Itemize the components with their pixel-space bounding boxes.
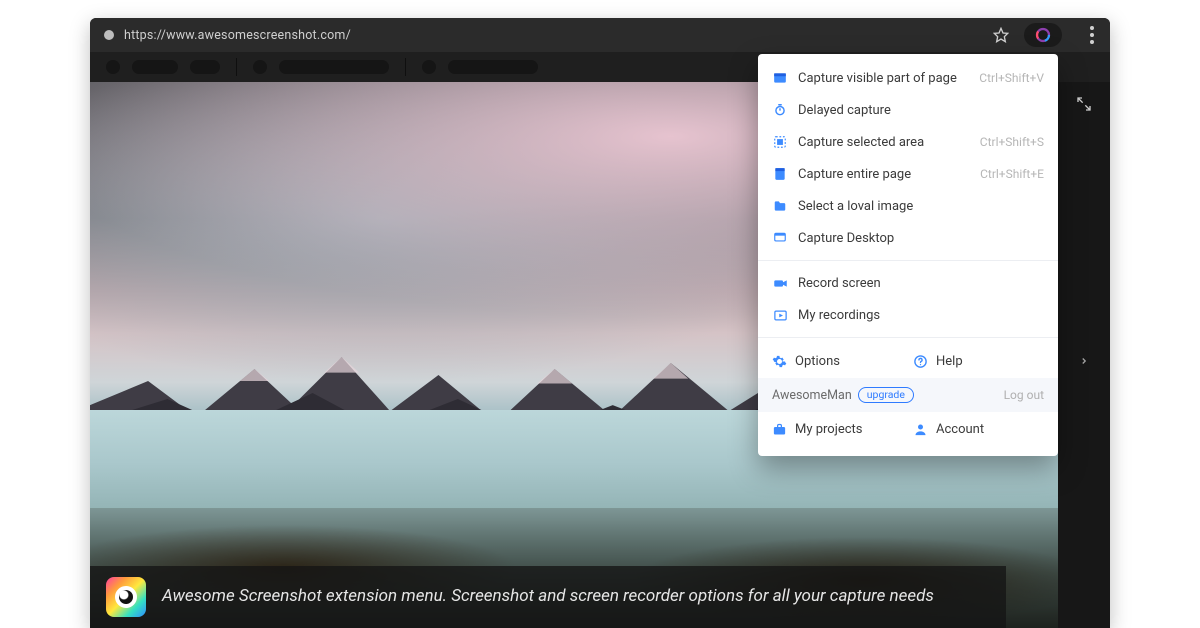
browser-menu-icon[interactable] xyxy=(1090,26,1096,44)
menu-help[interactable]: Help xyxy=(913,354,1044,369)
menu-label: Account xyxy=(936,422,984,437)
desktop-icon xyxy=(772,230,788,246)
menu-label: Capture visible part of page xyxy=(798,71,969,86)
menu-select-local-image[interactable]: Select a loval image xyxy=(758,190,1058,222)
recordings-icon xyxy=(772,307,788,323)
bookmark-item[interactable] xyxy=(448,60,538,74)
user-name: AwesomeMan xyxy=(772,388,852,403)
url-text[interactable]: https://www.awesomescreenshot.com/ xyxy=(124,28,992,43)
menu-label: Record screen xyxy=(798,276,1044,291)
menu-account[interactable]: Account xyxy=(913,422,1044,437)
bookmark-item[interactable] xyxy=(422,60,436,74)
menu-capture-selected[interactable]: Capture selected area Ctrl+Shift+S xyxy=(758,126,1058,158)
bookmark-item[interactable] xyxy=(190,60,220,74)
menu-label: Capture entire page xyxy=(798,167,970,182)
menu-capture-entire[interactable]: Capture entire page Ctrl+Shift+E xyxy=(758,158,1058,190)
app-logo-icon xyxy=(106,577,146,617)
menu-label: Capture Desktop xyxy=(798,231,1044,246)
logout-link[interactable]: Log out xyxy=(1004,388,1044,402)
url-bar: https://www.awesomescreenshot.com/ xyxy=(90,18,1110,52)
page-icon xyxy=(772,166,788,182)
upgrade-badge[interactable]: upgrade xyxy=(858,387,914,403)
folder-icon xyxy=(772,198,788,214)
extension-button[interactable] xyxy=(1024,23,1062,47)
camera-icon xyxy=(772,275,788,291)
menu-label: Help xyxy=(936,354,963,369)
menu-record-screen[interactable]: Record screen xyxy=(758,267,1058,299)
menu-my-recordings[interactable]: My recordings xyxy=(758,299,1058,331)
bookmark-star-icon[interactable] xyxy=(992,26,1010,44)
menu-label: Options xyxy=(795,354,840,369)
user-icon xyxy=(913,422,928,437)
site-info-icon[interactable] xyxy=(104,30,114,40)
menu-shortcut: Ctrl+Shift+S xyxy=(980,135,1044,149)
menu-label: Select a loval image xyxy=(798,199,1044,214)
menu-options[interactable]: Options xyxy=(772,354,903,369)
expand-chevron-icon[interactable] xyxy=(1079,354,1089,368)
account-row: AwesomeMan upgrade Log out xyxy=(758,378,1058,412)
gear-icon xyxy=(772,354,787,369)
menu-shortcut: Ctrl+Shift+E xyxy=(980,167,1044,181)
menu-label: Delayed capture xyxy=(798,103,1044,118)
briefcase-icon xyxy=(772,422,787,437)
menu-divider xyxy=(758,337,1058,338)
help-icon xyxy=(913,354,928,369)
exit-fullscreen-icon[interactable] xyxy=(1076,96,1092,112)
timer-icon xyxy=(772,102,788,118)
extension-popup: Capture visible part of page Ctrl+Shift+… xyxy=(758,54,1058,456)
menu-capture-visible[interactable]: Capture visible part of page Ctrl+Shift+… xyxy=(758,62,1058,94)
bookmark-separator xyxy=(236,58,237,76)
bookmark-item[interactable] xyxy=(132,60,178,74)
caption-bar: Awesome Screenshot extension menu. Scree… xyxy=(90,566,1006,628)
bookmark-item[interactable] xyxy=(279,60,389,74)
menu-my-projects[interactable]: My projects xyxy=(772,422,903,437)
menu-label: Capture selected area xyxy=(798,135,970,150)
menu-label: My recordings xyxy=(798,308,1044,323)
right-rail xyxy=(1058,82,1110,628)
menu-delayed-capture[interactable]: Delayed capture xyxy=(758,94,1058,126)
bookmark-item[interactable] xyxy=(253,60,267,74)
menu-capture-desktop[interactable]: Capture Desktop xyxy=(758,222,1058,254)
bookmark-item[interactable] xyxy=(106,60,120,74)
window-icon xyxy=(772,70,788,86)
menu-label: My projects xyxy=(795,422,863,437)
crop-icon xyxy=(772,134,788,150)
menu-divider xyxy=(758,260,1058,261)
menu-shortcut: Ctrl+Shift+V xyxy=(979,71,1044,85)
browser-window: https://www.awesomescreenshot.com/ xyxy=(90,18,1110,628)
caption-text: Awesome Screenshot extension menu. Scree… xyxy=(162,586,990,607)
bookmark-separator xyxy=(405,58,406,76)
